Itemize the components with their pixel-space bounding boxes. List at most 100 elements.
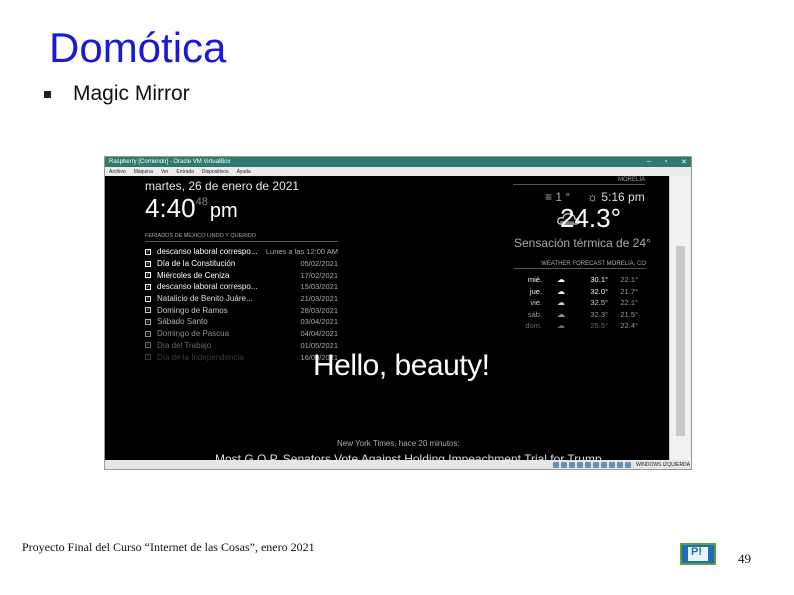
forecast-day: mié. [527,275,542,285]
forecast-table: mié. ☁ 30.1° 22.1° jue. ☁ 32.0° 21.7° vie. ☁ 32.5°… [514,274,646,332]
calendar-event-title: Día del Trabajo [157,340,212,350]
maximize-icon[interactable]: ▫ [665,158,667,166]
sunset-readout: ☼ 5:16 pm [587,190,645,204]
compliment-text: Hello, beauty! [313,349,490,382]
calendar-event-title: Sábado Santo [157,317,208,327]
forecast-max: 32.3° [590,309,608,319]
forecast-weather-icon: ☁ [557,309,565,319]
calendar-check-icon: ✓ [145,342,151,349]
vm-statusbar: WINDOWS IZQUIERDA [105,460,691,469]
menu-ver[interactable]: Ver [161,169,169,175]
forecast-day: sáb. [527,309,542,319]
sunset-time: 5:16 pm [601,190,645,204]
forecast-max: 32.5° [590,298,608,308]
institution-logo: P! [680,543,716,565]
calendar-event: ✓ descanso laboral correspo... 15/03/2021 [145,281,338,293]
calendar-event-title: descanso laboral correspo... [157,247,258,257]
forecast-header: WEATHER FORECAST MORELIA, CO [514,261,646,269]
forecast-weather-icon: ☁ [557,298,565,308]
forecast-row: vie. ☁ 32.5° 22.1° [514,297,646,309]
vm-titlebar[interactable]: Raspberry [Corriendo] - Oracle VM Virtua… [105,157,691,167]
wind-value: 1 [555,190,563,204]
calendar-event: ✓ Domingo de Pascua 04/04/2021 [145,328,338,340]
calendar-event: ✓ Día de la Independencia 16/09/2021 [145,351,338,363]
calendar-event-left: ✓ Día de la Constitución [145,259,235,268]
logo-mark: P! [691,546,702,558]
slide-footer: Proyecto Final del Curso “Internet de la… [22,540,315,554]
forecast-min: 22.1° [620,298,638,308]
calendar-check-icon: ✓ [145,318,151,325]
audio-icon[interactable] [569,461,576,468]
calendar-check-icon: ✓ [145,260,151,267]
calendar-event-title: Miércoles de Ceniza [157,270,230,280]
forecast-weather-icon: ☁ [557,286,565,296]
calendar-check-icon: ✓ [145,272,151,279]
calendar-event-date: Lunes a las 12:00 AM [265,247,338,257]
menu-dispositivos[interactable]: Dispositivos [202,169,229,175]
calendar-check-icon: ✓ [145,354,151,361]
calendar-event-left: ✓ Domingo de Ramos [145,306,228,315]
current-temperature: 24.3° [560,203,622,233]
optical-drive-icon[interactable] [561,461,568,468]
magic-mirror-screen: martes, 26 de enero de 2021 4:4048 pm FER… [105,176,671,466]
mouse-icon[interactable] [625,461,632,468]
calendar-event: ✓ Día del Trabajo 01/05/2021 [145,340,338,352]
calendar-event: ✓ Sábado Santo 03/04/2021 [145,316,338,328]
forecast-min: 22.4° [620,321,638,331]
menu-entrada[interactable]: Entrada [176,169,194,175]
menu-maquina[interactable]: Máquina [134,169,153,175]
menu-ayuda[interactable]: Ayuda [237,169,251,175]
calendar-event: ✓ Natalicio de Benito Juáre... 21/03/2021 [145,293,338,305]
calendar-event-left: ✓ descanso laboral correspo... [145,247,258,256]
vertical-scrollbar[interactable] [669,176,691,462]
forecast-weather-icon: ☁ [557,321,565,331]
wind-readout: ≡ 1 ° [545,190,570,204]
news-source: New York Times, hace 20 minutos: [337,439,460,448]
page-number: 49 [738,551,751,566]
recording-icon[interactable] [609,461,616,468]
forecast-min: 21.7° [620,286,638,296]
network-icon[interactable] [577,461,584,468]
calendar-check-icon: ✓ [145,330,151,337]
clock-date: martes, 26 de enero de 2021 [145,179,300,193]
calendar-event: ✓ descanso laboral correspo... Lunes a las… [145,246,338,258]
forecast-max: 32.0° [590,286,608,296]
forecast-day: vie. [530,298,542,308]
forecast-max: 25.5° [590,321,608,331]
scrollbar-thumb[interactable] [676,246,685,436]
calendar-event-left: ✓ Natalicio de Benito Juáre... [145,294,253,303]
calendar-event: ✓ Miércoles de Ceniza 17/02/2021 [145,269,338,281]
calendar-header: FERIADOS DE MEXICO LINDO Y QUERIDO [145,233,338,242]
forecast-row: sáb. ☁ 32.3° 21.5° [514,309,646,321]
calendar-event-title: Domingo de Ramos [157,305,228,315]
calendar-event-left: ✓ descanso laboral correspo... [145,282,258,291]
bullet-square-icon [44,90,51,98]
sun-icon: ☼ [587,190,598,204]
shared-folder-icon[interactable] [593,461,600,468]
minimize-icon[interactable]: – [647,158,651,166]
vm-window-title: Raspberry [Corriendo] - Oracle VM Virtua… [109,159,231,165]
forecast-min: 22.1° [620,275,638,285]
calendar-list: ✓ descanso laboral correspo... Lunes a las… [145,246,338,363]
clock-ampm: pm [209,200,238,222]
calendar-event-title: Natalicio de Benito Juáre... [157,294,253,304]
calendar-event-title: Día de la Independencia [157,352,244,362]
hdd-icon[interactable] [553,461,560,468]
bullet-item: Magic Mirror [44,82,190,106]
calendar-event-left: ✓ Día del Trabajo [145,341,211,350]
forecast-row: mié. ☁ 30.1° 22.1° [514,274,646,286]
weather-location: MORELIA [513,177,645,185]
calendar-event-title: Día de la Constitución [157,259,236,269]
clock-hours-minutes: 4:40 [145,193,196,223]
calendar-event: ✓ Día de la Constitución 05/02/2021 [145,258,338,270]
usb-icon[interactable] [585,461,592,468]
forecast-day: dom. [525,321,542,331]
window-controls: – ▫ ✕ [647,158,687,166]
bullet-text: Magic Mirror [73,82,190,105]
cpu-icon[interactable] [617,461,624,468]
menu-archivo[interactable]: Archivo [109,169,126,175]
calendar-event: ✓ Domingo de Ramos 28/03/2021 [145,304,338,316]
close-icon[interactable]: ✕ [681,158,687,166]
calendar-event-date: 21/03/2021 [300,294,338,304]
display-icon[interactable] [601,461,608,468]
